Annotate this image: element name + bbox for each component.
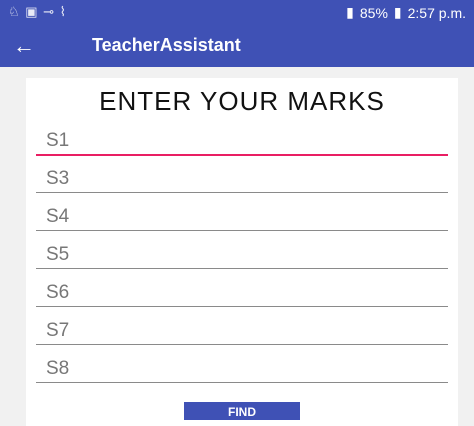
input-s7[interactable]: S7	[36, 308, 448, 345]
input-s6[interactable]: S6	[36, 270, 448, 307]
find-button[interactable]: FIND	[184, 402, 300, 420]
signal-icon: ▮	[346, 4, 354, 20]
field-label: S4	[46, 206, 70, 227]
input-s1[interactable]: S1	[36, 118, 448, 156]
status-icons: ♘ ▣ ⊸ ⌇	[8, 4, 68, 19]
input-s4[interactable]: S4	[36, 194, 448, 231]
field-label: S5	[46, 244, 70, 265]
app-screen: ♘ ▣ ⊸ ⌇ ▮ 85% ▮ 2:57 p.m. ← TeacherAssis…	[0, 0, 474, 426]
clock: 2:57 p.m.	[407, 4, 466, 21]
input-s3[interactable]: S3	[36, 156, 448, 193]
form-heading: ENTER YOUR MARKS	[99, 86, 385, 116]
field-label: S7	[46, 320, 70, 341]
marks-form: ENTER YOUR MARKS S1 S3 S4 S5 S6 S7 S8 FI…	[26, 78, 458, 426]
battery-percent: 85%	[359, 4, 388, 21]
field-label: S8	[46, 358, 70, 379]
input-s8[interactable]: S8	[36, 346, 448, 383]
back-arrow-icon[interactable]: ←	[8, 28, 40, 64]
field-label: S1	[46, 130, 70, 151]
field-label: S6	[46, 282, 70, 303]
input-s5[interactable]: S5	[36, 232, 448, 269]
app-title: TeacherAssistant	[92, 35, 241, 55]
battery-icon: ▮	[393, 4, 402, 20]
status-bar: ♘ ▣ ⊸ ⌇ ▮ 85% ▮ 2:57 p.m.	[0, 0, 474, 26]
status-right: ▮ 85% ▮ 2:57 p.m.	[346, 4, 466, 21]
field-label: S3	[46, 168, 70, 189]
app-bar: ← TeacherAssistant	[0, 26, 474, 67]
